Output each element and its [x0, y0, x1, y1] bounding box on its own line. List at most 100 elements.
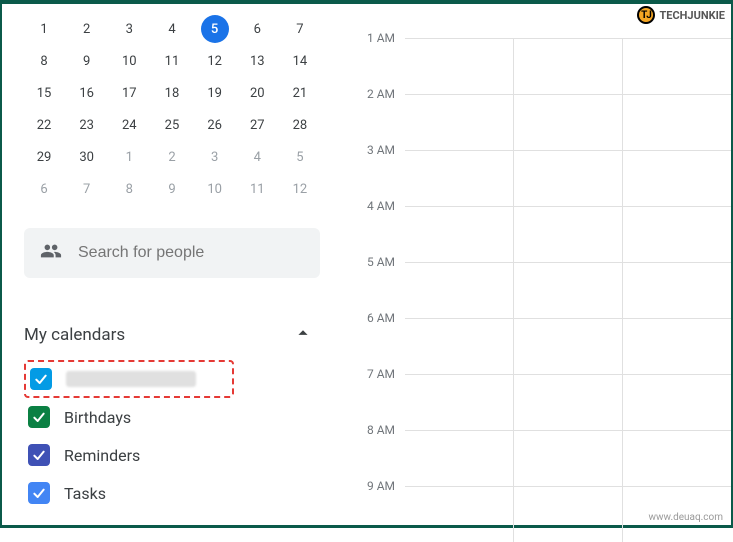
mini-cal-day[interactable]: 12	[195, 46, 235, 76]
mini-cal-day[interactable]: 6	[24, 174, 64, 204]
day-column[interactable]	[514, 95, 623, 150]
calendar-checkbox[interactable]	[28, 482, 50, 504]
day-column[interactable]	[623, 431, 731, 486]
mini-cal-day[interactable]: 27	[237, 110, 277, 140]
day-column[interactable]	[623, 375, 731, 430]
my-calendars-header[interactable]: My calendars	[24, 322, 320, 348]
mini-cal-day[interactable]: 30	[67, 142, 107, 172]
calendar-item[interactable]: Reminders	[24, 436, 320, 474]
day-column[interactable]	[623, 39, 731, 94]
hour-grid[interactable]	[405, 38, 731, 94]
chevron-up-icon[interactable]	[292, 322, 314, 348]
hour-row[interactable]: 3 AM	[333, 150, 731, 206]
day-column[interactable]	[405, 39, 514, 94]
mini-cal-day[interactable]: 24	[109, 110, 149, 140]
search-people-box[interactable]	[24, 228, 320, 278]
hour-grid[interactable]	[405, 150, 731, 206]
calendar-label-redacted	[66, 371, 196, 387]
mini-cal-day[interactable]: 4	[237, 142, 277, 172]
mini-cal-day[interactable]: 16	[67, 78, 107, 108]
hour-grid[interactable]	[405, 94, 731, 150]
hour-grid[interactable]	[405, 374, 731, 430]
mini-cal-day[interactable]: 17	[109, 78, 149, 108]
mini-cal-day[interactable]: 25	[152, 110, 192, 140]
mini-cal-day[interactable]: 9	[67, 46, 107, 76]
mini-cal-day[interactable]: 2	[152, 142, 192, 172]
mini-cal-day[interactable]: 29	[24, 142, 64, 172]
mini-cal-day[interactable]: 14	[280, 46, 320, 76]
mini-cal-day[interactable]: 11	[237, 174, 277, 204]
day-view[interactable]: 1 AM2 AM3 AM4 AM5 AM6 AM7 AM8 AM9 AM	[332, 8, 731, 525]
day-column[interactable]	[623, 263, 731, 318]
mini-cal-day[interactable]: 19	[195, 78, 235, 108]
mini-cal-day[interactable]: 5	[195, 14, 235, 44]
day-column[interactable]	[405, 375, 514, 430]
day-column[interactable]	[623, 319, 731, 374]
mini-cal-day[interactable]: 4	[152, 14, 192, 44]
day-column[interactable]	[514, 375, 623, 430]
calendar-checkbox[interactable]	[30, 368, 52, 390]
mini-cal-day[interactable]: 6	[237, 14, 277, 44]
hour-grid[interactable]	[405, 206, 731, 262]
calendar-checkbox[interactable]	[28, 406, 50, 428]
day-column[interactable]	[514, 263, 623, 318]
mini-cal-day[interactable]: 26	[195, 110, 235, 140]
hour-grid[interactable]	[405, 430, 731, 486]
mini-cal-day[interactable]: 23	[67, 110, 107, 140]
day-column[interactable]	[514, 207, 623, 262]
mini-cal-day[interactable]: 7	[67, 174, 107, 204]
hour-grid[interactable]	[405, 318, 731, 374]
mini-cal-day[interactable]: 18	[152, 78, 192, 108]
day-column[interactable]	[405, 319, 514, 374]
hour-row[interactable]: 8 AM	[333, 430, 731, 486]
my-calendars-title: My calendars	[24, 325, 125, 345]
search-people-input[interactable]	[78, 244, 304, 262]
day-column[interactable]	[405, 207, 514, 262]
hour-row[interactable]: 5 AM	[333, 262, 731, 318]
mini-cal-day[interactable]: 15	[24, 78, 64, 108]
mini-cal-day[interactable]: 9	[152, 174, 192, 204]
day-column[interactable]	[623, 207, 731, 262]
mini-cal-day[interactable]: 8	[109, 174, 149, 204]
hour-row[interactable]: 2 AM	[333, 94, 731, 150]
day-column[interactable]	[405, 431, 514, 486]
mini-cal-day[interactable]: 10	[195, 174, 235, 204]
day-column[interactable]	[405, 151, 514, 206]
mini-cal-day[interactable]: 12	[280, 174, 320, 204]
day-column[interactable]	[514, 487, 623, 542]
calendar-item[interactable]: Tasks	[24, 474, 320, 512]
mini-cal-day[interactable]: 11	[152, 46, 192, 76]
calendar-item[interactable]: Birthdays	[24, 398, 320, 436]
day-column[interactable]	[405, 487, 514, 542]
day-column[interactable]	[623, 95, 731, 150]
day-column[interactable]	[514, 39, 623, 94]
mini-cal-day[interactable]: 22	[24, 110, 64, 140]
mini-cal-day[interactable]: 28	[280, 110, 320, 140]
day-column[interactable]	[405, 95, 514, 150]
mini-cal-day[interactable]: 2	[67, 14, 107, 44]
mini-cal-day[interactable]: 7	[280, 14, 320, 44]
mini-cal-day[interactable]: 8	[24, 46, 64, 76]
mini-cal-day[interactable]: 20	[237, 78, 277, 108]
calendar-checkbox[interactable]	[28, 444, 50, 466]
day-column[interactable]	[623, 151, 731, 206]
mini-calendar[interactable]: 1234567891011121314151617181920212223242…	[24, 14, 320, 204]
mini-cal-day[interactable]: 1	[24, 14, 64, 44]
mini-cal-day[interactable]: 21	[280, 78, 320, 108]
day-column[interactable]	[514, 151, 623, 206]
calendar-item[interactable]	[24, 360, 234, 398]
day-column[interactable]	[514, 431, 623, 486]
hour-grid[interactable]	[405, 262, 731, 318]
day-column[interactable]	[405, 263, 514, 318]
hour-row[interactable]: 7 AM	[333, 374, 731, 430]
day-column[interactable]	[514, 319, 623, 374]
mini-cal-day[interactable]: 5	[280, 142, 320, 172]
mini-cal-day[interactable]: 3	[195, 142, 235, 172]
hour-row[interactable]: 1 AM	[333, 38, 731, 94]
mini-cal-day[interactable]: 1	[109, 142, 149, 172]
hour-row[interactable]: 4 AM	[333, 206, 731, 262]
hour-row[interactable]: 6 AM	[333, 318, 731, 374]
mini-cal-day[interactable]: 3	[109, 14, 149, 44]
mini-cal-day[interactable]: 10	[109, 46, 149, 76]
mini-cal-day[interactable]: 13	[237, 46, 277, 76]
